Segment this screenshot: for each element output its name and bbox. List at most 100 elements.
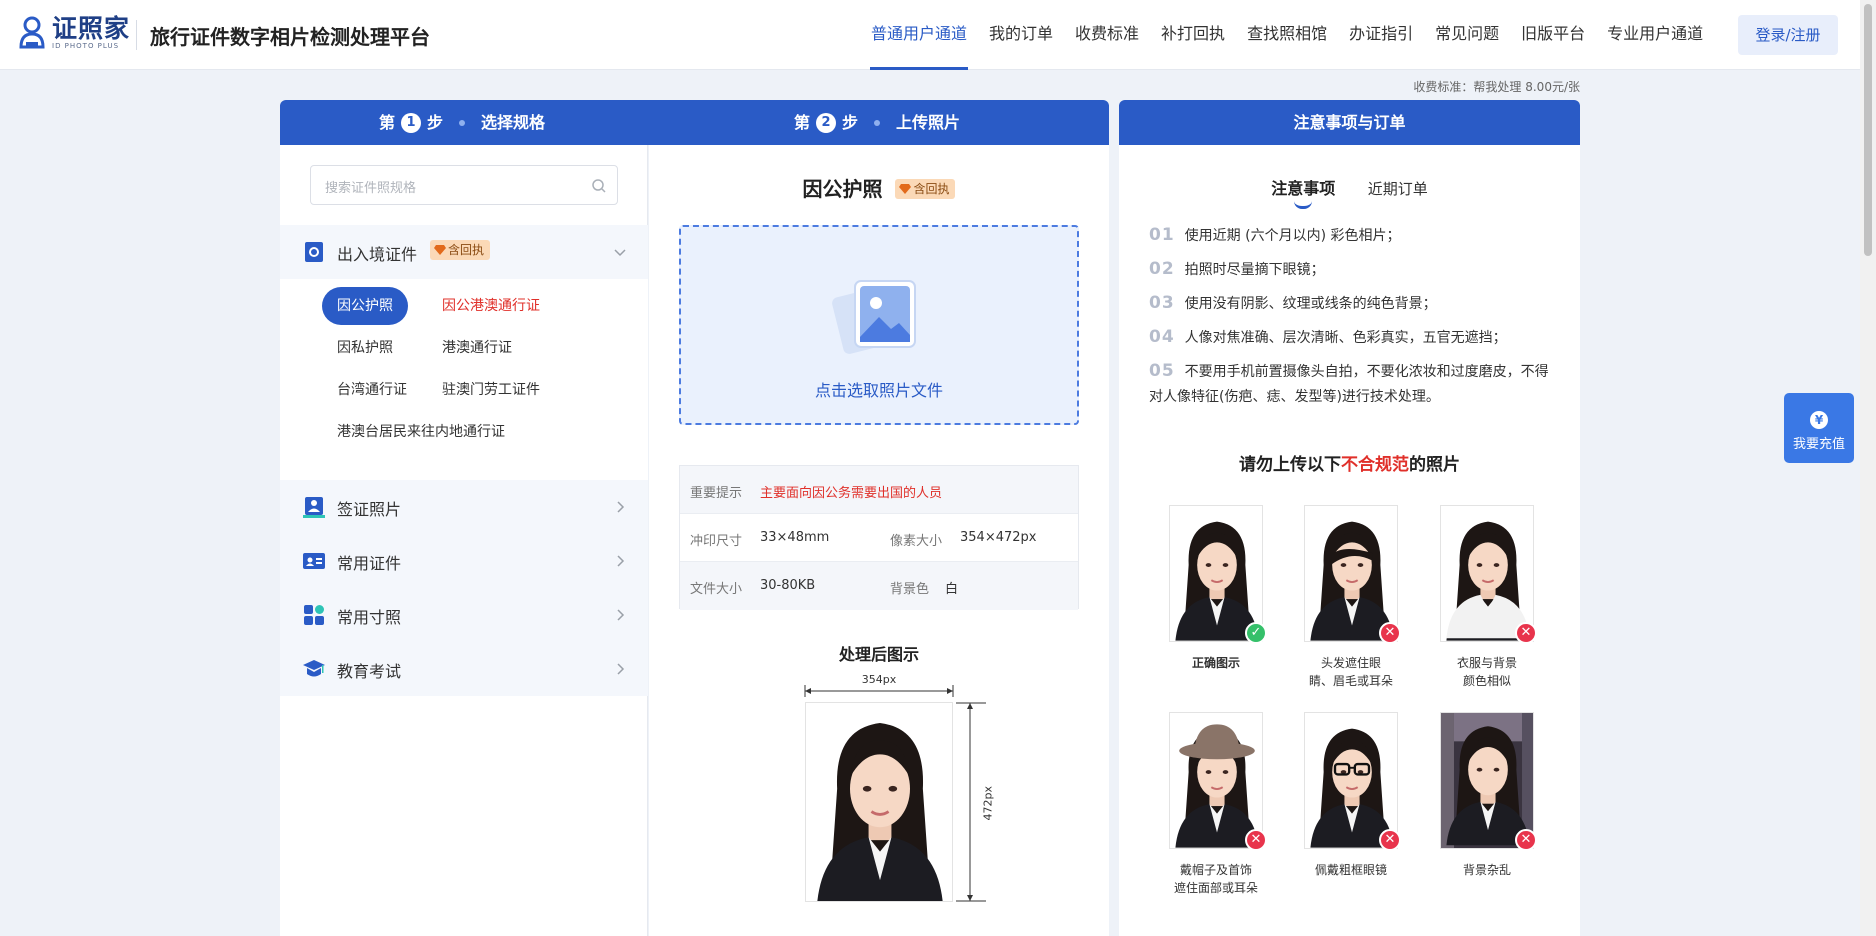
chevron-down-icon[interactable] [614,246,626,258]
spec-info-table: 重要提示 主要面向因公务需要出国的人员 冲印尺寸 33×48mm 像素大小 35… [679,465,1079,610]
info-key: 冲印尺寸 [690,534,743,549]
info-value: 30-80KB [760,578,816,593]
category-label: 常用证件 [337,554,402,573]
search-placeholder: 搜索证件照规格 [325,181,417,196]
portrait-image [806,703,953,902]
spec-hmt-resident-permit[interactable]: 港澳台居民来往内地通行证 [337,413,505,451]
info-row-tip: 重要提示 主要面向因公务需要出国的人员 [680,466,1078,514]
nav-faq[interactable]: 常见问题 [1424,0,1510,70]
sample-thick-glasses [1304,712,1398,849]
image-upload-icon [832,280,916,354]
category-exit-entry-header[interactable]: 出入境证件 含回执 [280,225,648,279]
nav-reprint-receipt[interactable]: 补打回执 [1150,0,1236,70]
portrait-image [1170,506,1263,642]
photo-upload-dropzone[interactable]: 点击选取照片文件 [679,225,1079,425]
spec-private-passport[interactable]: 因私护照 [337,329,393,367]
note-number: 04 [1149,327,1175,347]
note-item: 04 人像对焦准确、层次清晰、色彩真实，五官无遮挡； [1149,325,1559,351]
sample-similar-color [1440,505,1534,642]
step-1-prefix: 第 [379,113,396,132]
category-visa-photo[interactable]: 签证照片 [280,480,648,534]
step-2-title: 第 2 步 上传照片 [794,100,960,145]
sub-spec-list: 因公护照 因公港澳通行证 因私护照 港澳通行证 台湾通行证 驻澳门劳工证件 港澳… [280,279,648,480]
spec-official-passport[interactable]: 因公护照 [322,287,408,325]
portrait-image [1170,713,1263,849]
spec-macau-labor-cert[interactable]: 驻澳门劳工证件 [442,371,540,409]
cross-icon: ✕ [1379,829,1401,851]
note-text: 不要用手机前置摄像头自拍，不要化浓妆和过度磨皮，不得对人像特征(伤疤、痣、发型等… [1149,364,1549,405]
steps-header: 第 1 步 选择规格 第 2 步 上传照片 [280,100,1109,145]
category-common-id[interactable]: 常用证件 [280,534,648,588]
tab-notes[interactable]: 注意事项 [1271,175,1335,209]
tab-recent-orders[interactable]: 近期订单 [1368,178,1428,205]
info-value: 354×472px [960,530,1037,545]
note-number: 05 [1149,361,1175,381]
category-label: 出入境证件 [337,245,418,264]
info-row-file: 文件大小 30-80KB 背景色 白 [680,562,1078,610]
spec-selector-panel: 搜索证件照规格 出入境证件 含回执 因公护照 因公港澳通行证 因私护照 港澳通行… [280,145,648,936]
yuan-icon: ¥ [1810,411,1828,429]
login-register-button[interactable]: 登录/注册 [1738,15,1838,55]
badge-text: 含回执 [448,243,485,257]
note-number: 03 [1149,293,1175,313]
cross-icon: ✕ [1245,829,1267,851]
notes-header: 注意事项与订单 [1119,100,1580,145]
spec-search-input[interactable]: 搜索证件照规格 [310,165,618,205]
sample-caption: 睛、眉毛或耳朵 [1308,674,1393,688]
top-header: 证照家 ID PHOTO PLUS 旅行证件数字相片检测处理平台 普通用户通道 … [0,0,1860,70]
step-1-number: 1 [401,112,422,133]
search-icon[interactable] [591,178,607,194]
info-key: 重要提示 [690,486,743,501]
chevron-right-icon[interactable] [614,555,626,567]
chevron-right-icon[interactable] [614,609,626,621]
site-title: 旅行证件数字相片检测处理平台 [150,25,430,49]
spec-title: 因公护照 含回执 [649,173,1109,202]
width-dimension: 354px [804,673,954,697]
receipt-badge: 含回执 [430,240,491,260]
nav-my-orders[interactable]: 我的订单 [978,0,1064,70]
info-value: 33×48mm [760,530,830,545]
recharge-button[interactable]: ¥ 我要充值 [1784,393,1854,463]
sample-caption: 戴帽子及首饰 [1179,863,1252,877]
logo-wordmark: 证照家 [52,14,131,43]
processed-sample-title: 处理后图示 [838,645,919,664]
portrait-image [1305,713,1398,849]
nav-regular-user[interactable]: 普通用户通道 [860,0,978,70]
site-logo[interactable]: 证照家 ID PHOTO PLUS [18,16,130,50]
note-item: 03 使用没有阴影、纹理或线条的纯色背景； [1149,291,1559,317]
notes-orders-panel: 注意事项 近期订单 01 使用近期 (六个月以内) 彩色相片； 02 拍照时尽量摘下… [1119,145,1580,936]
category-label: 签证照片 [337,500,402,519]
chevron-right-icon[interactable] [614,501,626,513]
chevron-right-icon[interactable] [614,663,626,675]
note-item: 01 使用近期 (六个月以内) 彩色相片； [1149,223,1559,249]
nav-find-studio[interactable]: 查找照相馆 [1236,0,1338,70]
fee-note: 收费标准：帮我处理 8.00元/张 [1413,80,1580,94]
spec-official-hk-macau-permit[interactable]: 因公港澳通行证 [442,287,540,325]
category-common-inch-photo[interactable]: 常用寸照 [280,588,648,642]
step-2-label: 上传照片 [896,113,961,132]
note-item: 05 不要用手机前置摄像头自拍，不要化浓妆和过度磨皮，不得对人像特征(伤疤、痣、发… [1149,359,1559,410]
category-label: 教育考试 [337,662,402,681]
nav-old-platform[interactable]: 旧版平台 [1510,0,1596,70]
nav-pro-user[interactable]: 专业用户通道 [1596,0,1714,70]
nav-pricing[interactable]: 收费标准 [1064,0,1150,70]
spec-title-text: 因公护照 [802,177,883,201]
page-scrollbar[interactable] [1860,0,1876,936]
spec-taiwan-permit[interactable]: 台湾通行证 [337,371,407,409]
note-text: 使用没有阴影、纹理或线条的纯色背景； [1184,296,1437,312]
cross-icon: ✕ [1515,622,1537,644]
scroll-thumb[interactable] [1864,4,1872,256]
category-education-exam[interactable]: 教育考试 [280,642,648,696]
spec-hk-macau-permit[interactable]: 港澳通行证 [442,329,512,367]
id-card-icon [303,553,325,569]
note-number: 02 [1149,259,1175,279]
diamond-icon [434,245,446,255]
sample-caption: 佩戴粗框眼镜 [1314,863,1387,877]
sample-messy-background [1440,712,1534,849]
passport-icon [305,242,323,262]
check-icon: ✓ [1245,622,1267,644]
info-key: 文件大小 [690,582,743,597]
nav-guide[interactable]: 办证指引 [1338,0,1424,70]
height-label: 472px [981,786,995,821]
warn-highlight: 不合规范 [1341,455,1409,475]
